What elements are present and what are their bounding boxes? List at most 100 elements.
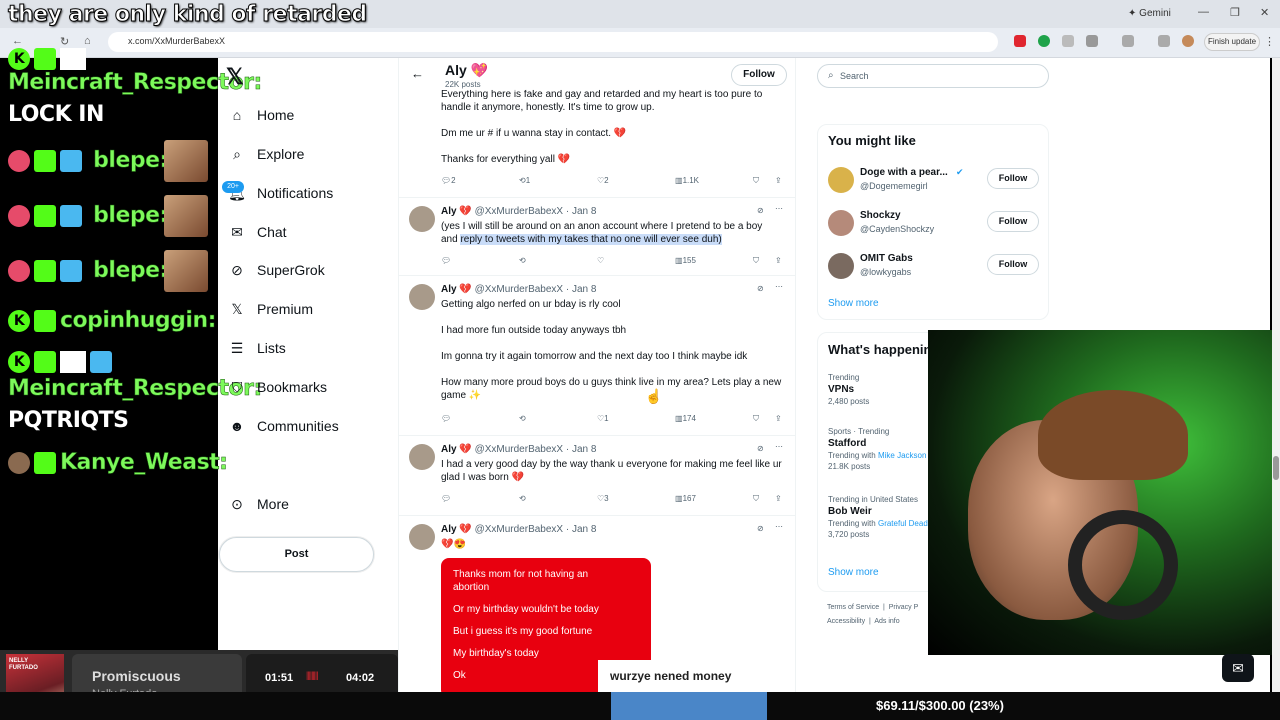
tweet-handle[interactable]: @XxMurderBabexX: [475, 524, 564, 535]
sidebar-icon[interactable]: [1122, 35, 1134, 47]
views-button[interactable]: ▥ 174: [675, 414, 696, 423]
follow-button[interactable]: Follow: [987, 254, 1039, 275]
tweet-author[interactable]: Aly 💔: [441, 284, 472, 295]
extension-icon[interactable]: [1014, 35, 1026, 47]
x-logo-icon[interactable]: 𝕏: [226, 64, 244, 90]
show-more-link[interactable]: Show more: [828, 298, 879, 309]
grok-icon[interactable]: ⊘: [757, 524, 764, 533]
bookmark-icon[interactable]: ⛉: [753, 176, 759, 186]
tweet[interactable]: Aly 💔 @XxMurderBabexX · Jan 8 ⊘ ⋯ I had …: [399, 436, 795, 516]
nav-explore[interactable]: ⌕ Explore: [228, 146, 304, 163]
trend-with-link[interactable]: Grateful Dead: [878, 519, 928, 528]
retweet-button[interactable]: ⟲: [519, 256, 526, 265]
views-button[interactable]: ▥ 167: [675, 494, 696, 503]
avatar[interactable]: [409, 284, 435, 310]
avatar[interactable]: [409, 524, 435, 550]
follow-button[interactable]: Follow: [987, 168, 1039, 189]
share-icon[interactable]: ⇪: [775, 494, 782, 503]
footer-link[interactable]: Ads info: [874, 618, 899, 625]
tweet-date[interactable]: · Jan 8: [566, 206, 597, 217]
tweet-handle[interactable]: @XxMurderBabexX: [475, 206, 564, 217]
nav-home[interactable]: ⌂ Home: [228, 107, 295, 123]
tweet-date[interactable]: · Jan 8: [566, 524, 597, 535]
nav-more[interactable]: ⊙ More: [228, 496, 289, 513]
nav-communities[interactable]: ☻ Communities: [228, 418, 339, 434]
more-icon[interactable]: ⋯: [775, 522, 783, 531]
more-icon[interactable]: ⋯: [775, 442, 783, 451]
back-arrow-icon[interactable]: ←: [411, 66, 424, 81]
tweet-handle[interactable]: @XxMurderBabexX: [475, 284, 564, 295]
trend-item[interactable]: Sports · Trending Stafford Trending with…: [828, 427, 926, 471]
avatar[interactable]: [409, 444, 435, 470]
bookmark-icon[interactable]: ⛉: [753, 256, 759, 266]
views-button[interactable]: ▥ 1.1K: [675, 176, 699, 185]
reply-button[interactable]: 💬︎: [441, 494, 451, 503]
messages-button[interactable]: ✉: [1222, 654, 1254, 682]
nav-chat[interactable]: ✉ Chat: [228, 224, 286, 241]
tweet-author[interactable]: Aly 💔: [441, 444, 472, 455]
finish-update-button[interactable]: Finish update: [1204, 33, 1260, 51]
tweet-date[interactable]: · Jan 8: [566, 444, 597, 455]
reply-button[interactable]: 💬︎: [441, 414, 451, 423]
post-button[interactable]: Post: [219, 537, 374, 572]
tweet-author[interactable]: Aly 💔: [441, 524, 472, 535]
avatar[interactable]: [409, 206, 435, 232]
nav-bookmarks[interactable]: ⛉ Bookmarks: [228, 379, 327, 396]
like-button[interactable]: ♡: [597, 256, 604, 265]
search-box[interactable]: ⌕ Search: [817, 64, 1049, 88]
share-icon[interactable]: ⇪: [775, 414, 782, 423]
suggestion-row[interactable]: Shockzy @CaydenShockzy Follow: [828, 208, 1040, 238]
more-icon[interactable]: ⋯: [775, 204, 783, 213]
url-text[interactable]: x.com/XxMurderBabexX: [128, 36, 225, 46]
gemini-button[interactable]: ✦ Gemini: [1128, 8, 1171, 19]
maximize-icon[interactable]: ❐: [1230, 6, 1240, 19]
address-bar[interactable]: x.com/XxMurderBabexX: [108, 32, 998, 52]
bookmark-icon[interactable]: ⛉: [753, 494, 759, 504]
reply-button[interactable]: 💬︎: [441, 256, 451, 265]
show-more-link[interactable]: Show more: [828, 567, 879, 578]
trend-with-link[interactable]: Mike Jackson: [878, 451, 926, 460]
tweet[interactable]: Aly 💔 @XxMurderBabexX · Jan 8 ⊘ ⋯ Gettin…: [399, 276, 795, 436]
bookmark-icon[interactable]: ⛉: [753, 414, 759, 424]
nav-premium[interactable]: 𝕏 Premium: [228, 301, 313, 318]
extension-icon[interactable]: [1062, 35, 1074, 47]
more-icon[interactable]: ⋯: [775, 282, 783, 291]
share-icon[interactable]: ⇪: [775, 256, 782, 265]
suggestion-row[interactable]: OMIT Gabs @lowkygabs Follow: [828, 251, 1040, 281]
follow-button[interactable]: Follow: [731, 64, 787, 86]
views-button[interactable]: ▥ 155: [675, 256, 696, 265]
extension-icon[interactable]: [1038, 35, 1050, 47]
trend-item[interactable]: Trending in United States Bob Weir Trend…: [828, 495, 928, 539]
tweet-author[interactable]: Aly 💔: [441, 206, 472, 217]
retweet-button[interactable]: ⟲: [519, 494, 526, 503]
like-button[interactable]: ♡ 2: [597, 176, 609, 185]
nav-supergrok[interactable]: ⊘ SuperGrok: [228, 262, 325, 279]
retweet-button[interactable]: ⟲ 1: [519, 176, 530, 185]
tweet-handle[interactable]: @XxMurderBabexX: [475, 444, 564, 455]
close-icon[interactable]: ✕: [1260, 6, 1269, 19]
grok-icon[interactable]: ⊘: [757, 444, 764, 453]
grok-icon[interactable]: ⊘: [757, 284, 764, 293]
menu-icon[interactable]: [1158, 35, 1170, 47]
share-icon[interactable]: ⇪: [775, 176, 782, 185]
trend-item[interactable]: Trending VPNs 2,480 posts: [828, 373, 869, 406]
tweet-date[interactable]: · Jan 8: [566, 284, 597, 295]
scrollbar-thumb[interactable]: [1273, 456, 1279, 480]
tweet[interactable]: Aly 💔 @XxMurderBabexX · Jan 8 ⊘ ⋯ (yes I…: [399, 198, 795, 276]
footer-link[interactable]: Privacy P: [889, 604, 919, 611]
more-icon[interactable]: ⋮: [1264, 35, 1275, 48]
suggestion-row[interactable]: Doge with a pear... @Dogememegirl ✔ Foll…: [828, 165, 1040, 195]
profile-avatar[interactable]: [1182, 35, 1194, 47]
reply-button[interactable]: 💬︎ 2: [441, 176, 456, 185]
puzzle-icon[interactable]: [1086, 35, 1098, 47]
minimize-icon[interactable]: —: [1198, 6, 1209, 18]
follow-button[interactable]: Follow: [987, 211, 1039, 232]
like-button[interactable]: ♡ 3: [597, 494, 609, 503]
scrollbar[interactable]: [1272, 58, 1280, 692]
footer-link[interactable]: Terms of Service: [827, 604, 879, 611]
footer-link[interactable]: Accessibility: [827, 618, 865, 625]
retweet-button[interactable]: ⟲: [519, 414, 526, 423]
grok-icon[interactable]: ⊘: [757, 206, 764, 215]
like-button[interactable]: ♡ 1: [597, 414, 609, 423]
nav-lists[interactable]: ☰ Lists: [228, 340, 286, 357]
